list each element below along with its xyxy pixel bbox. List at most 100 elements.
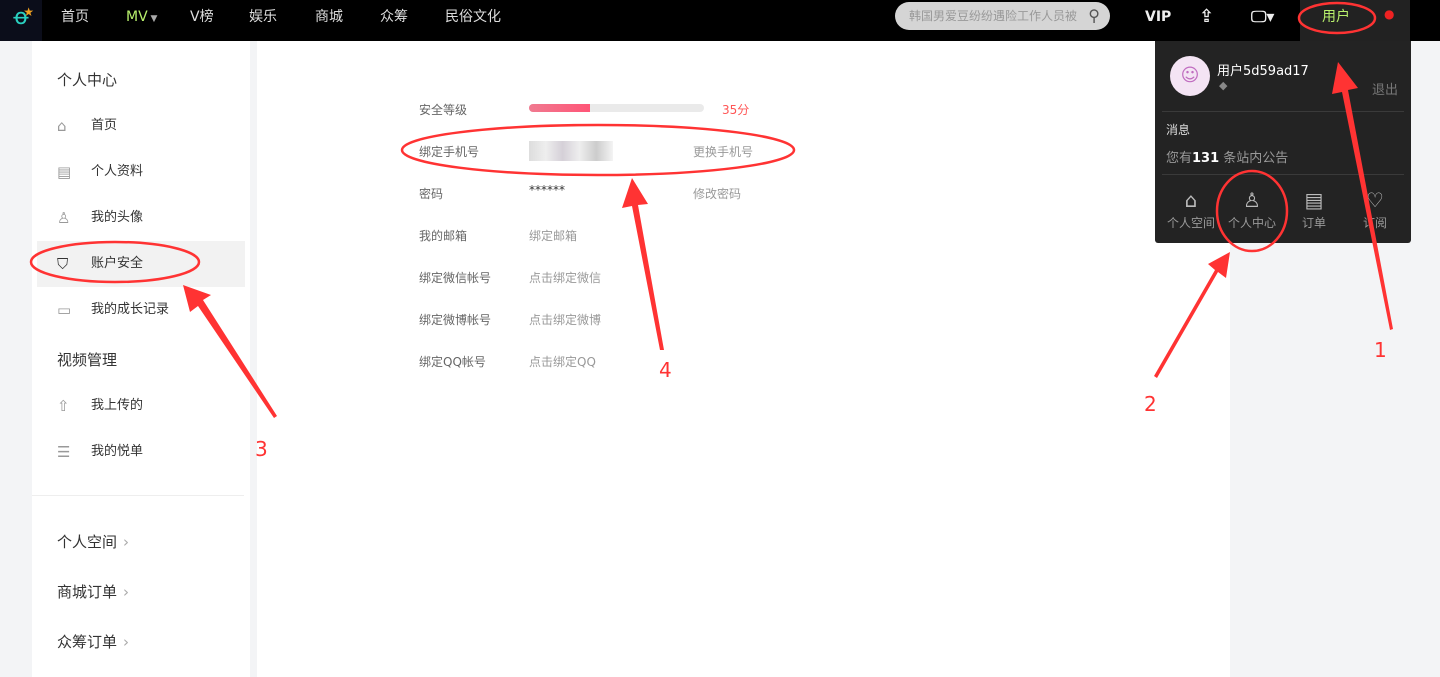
upload-icon[interactable]: ⇪ [1199, 0, 1214, 34]
email-label: 我的邮箱 [419, 227, 467, 244]
user-icon: ♙ [57, 195, 70, 241]
user-menu-button[interactable]: 用户 ● [1300, 0, 1410, 41]
messages-title: 消息 [1166, 121, 1190, 138]
sidebar-item-profile[interactable]: ▤ 个人资料 [37, 149, 245, 195]
nav-folk-culture[interactable]: 民俗文化 [445, 0, 501, 36]
change-phone-link[interactable]: 更换手机号 [693, 143, 753, 160]
bind-weibo-link[interactable]: 点击绑定微博 [529, 311, 601, 328]
search-placeholder: 韩国男爱豆纷纷遇险工作人员被 [909, 9, 1077, 23]
record-icon: ▭ [57, 287, 71, 333]
user-label: 用户 [1322, 9, 1350, 25]
top-nav-bar: ꝋ★ 首页 MV ▼ V榜 娱乐 商城 众筹 民俗文化 韩国男爱豆纷纷遇险工作人… [0, 0, 1440, 41]
sidebar-item-label: 账户安全 [91, 256, 143, 271]
link-label: 个人空间 [57, 533, 117, 551]
site-logo[interactable]: ꝋ★ [0, 0, 42, 41]
user-dropdown: ☺ 用户5d59ad17 ◆ 退出 消息 您有131 条站内公告 ⌂ 个人空间 ♙… [1155, 41, 1411, 243]
nav-mv-label: MV [126, 9, 148, 25]
annotation-label-3: 3 [255, 437, 268, 461]
sidebar-heading-personal: 个人中心 [57, 69, 117, 90]
password-label: 密码 [419, 185, 443, 202]
sidebar: 个人中心 ⌂首页 ▤个人资料 ♙我的头像 ⛉账户安全 ▭我的成长记录 视频管理 … [32, 41, 250, 677]
vip-button[interactable]: VIP [1145, 0, 1171, 34]
user-icon: ♙ [1222, 186, 1282, 214]
quick-orders[interactable]: ▤ 订单 [1284, 186, 1344, 231]
divider [32, 495, 244, 496]
nav-vchart[interactable]: V榜 [190, 0, 214, 36]
security-score: 35分 [722, 101, 749, 118]
divider [1162, 174, 1404, 175]
nav-entertainment[interactable]: 娱乐 [249, 0, 277, 36]
nav-home[interactable]: 首页 [61, 0, 89, 36]
quick-subscriptions[interactable]: ♡ 订阅 [1345, 186, 1405, 231]
quick-personal-center[interactable]: ♙ 个人中心 [1222, 186, 1282, 231]
sidebar-item-growth[interactable]: ▭ 我的成长记录 [37, 287, 245, 333]
list-icon: ☰ [57, 429, 70, 475]
link-personal-space[interactable]: 个人空间 › [57, 531, 129, 552]
bind-wechat-link[interactable]: 点击绑定微信 [529, 269, 601, 286]
password-value: ****** [529, 183, 565, 197]
sidebar-item-label: 我的成长记录 [91, 302, 169, 317]
weibo-label: 绑定微博帐号 [419, 311, 491, 328]
logout-button[interactable]: 退出 [1372, 79, 1398, 98]
bind-qq-link[interactable]: 点击绑定QQ [529, 353, 596, 370]
wechat-label: 绑定微信帐号 [419, 269, 491, 286]
account-security-panel: 安全等级 35分 绑定手机号 更换手机号 密码 ****** 修改密码 我的邮箱… [257, 41, 1230, 677]
vip-level-icon: ◆ [1219, 79, 1227, 92]
nav-mv[interactable]: MV ▼ [126, 0, 157, 36]
chevron-down-icon: ▼ [148, 14, 158, 24]
phone-value-blurred [529, 141, 613, 161]
notice-count: 131 [1192, 151, 1219, 166]
avatar[interactable]: ☺ [1170, 56, 1210, 96]
security-level-label: 安全等级 [419, 101, 467, 118]
sidebar-item-label: 我的头像 [91, 210, 143, 225]
sidebar-heading-video: 视频管理 [57, 349, 117, 370]
sidebar-item-uploads[interactable]: ⇧ 我上传的 [37, 383, 245, 429]
heart-plus-icon: ♡ [1345, 186, 1405, 214]
chevron-right-icon: › [123, 533, 129, 551]
link-label: 众筹订单 [57, 633, 117, 651]
sidebar-item-label: 我上传的 [91, 398, 143, 413]
notice-link[interactable]: 您有131 条站内公告 [1166, 147, 1288, 166]
search-input[interactable]: 韩国男爱豆纷纷遇险工作人员被 ⚲ [895, 2, 1110, 30]
annotation-label-1: 1 [1374, 338, 1387, 362]
sidebar-item-avatar[interactable]: ♙ 我的头像 [37, 195, 245, 241]
upload-icon: ⇧ [57, 383, 70, 429]
phone-label: 绑定手机号 [419, 143, 479, 160]
security-level-bar [529, 104, 704, 112]
quick-label: 个人空间 [1167, 216, 1215, 230]
sidebar-item-label: 首页 [91, 118, 117, 133]
order-icon: ▤ [1284, 186, 1344, 214]
device-icon[interactable]: 🖵▾ [1251, 0, 1274, 34]
shield-icon: ⛉ [57, 241, 68, 287]
link-label: 商城订单 [57, 583, 117, 601]
link-crowdfunding-orders[interactable]: 众筹订单 › [57, 631, 129, 652]
security-level-fill [529, 104, 590, 112]
sidebar-item-home[interactable]: ⌂首页 [37, 103, 245, 149]
profile-icon: ▤ [57, 149, 71, 195]
nav-crowdfunding[interactable]: 众筹 [380, 0, 408, 36]
divider [1162, 111, 1404, 112]
username[interactable]: 用户5d59ad17 [1217, 60, 1309, 79]
chevron-right-icon: › [123, 583, 129, 601]
annotation-label-4: 4 [659, 358, 672, 382]
sidebar-item-playlists[interactable]: ☰ 我的悦单 [37, 429, 245, 475]
quick-label: 订阅 [1363, 216, 1387, 230]
link-mall-orders[interactable]: 商城订单 › [57, 581, 129, 602]
sidebar-item-label: 个人资料 [91, 164, 143, 179]
sidebar-item-account-security[interactable]: ⛉ 账户安全 [37, 241, 245, 287]
notice-suffix: 条站内公告 [1219, 151, 1288, 166]
quick-label: 订单 [1302, 216, 1326, 230]
sidebar-item-label: 我的悦单 [91, 444, 143, 459]
home-icon: ⌂ [1161, 186, 1221, 214]
qq-label: 绑定QQ帐号 [419, 353, 486, 370]
quick-personal-space[interactable]: ⌂ 个人空间 [1161, 186, 1221, 231]
notice-prefix: 您有 [1166, 151, 1192, 166]
chevron-right-icon: › [123, 633, 129, 651]
search-icon[interactable]: ⚲ [1088, 2, 1100, 30]
change-password-link[interactable]: 修改密码 [693, 185, 741, 202]
notification-icon[interactable]: ● [1384, 0, 1394, 31]
quick-label: 个人中心 [1228, 216, 1276, 230]
nav-mall[interactable]: 商城 [315, 0, 343, 36]
bind-email-link[interactable]: 绑定邮箱 [529, 227, 577, 244]
annotation-label-2: 2 [1144, 392, 1157, 416]
